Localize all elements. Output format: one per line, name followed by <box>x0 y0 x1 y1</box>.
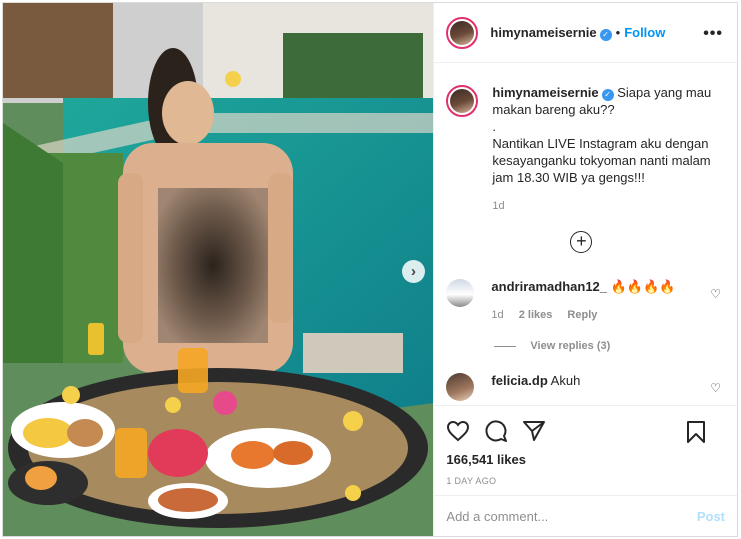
caption-line3: Nantikan LIVE Instagram aku dengan kesay… <box>492 136 715 185</box>
comment-item: andriramadhan12_ 🔥🔥🔥🔥 1d 2 likes Reply ♡ <box>446 279 725 321</box>
add-comment-bar: Post <box>434 495 737 536</box>
avatar[interactable] <box>446 16 479 49</box>
comments-section: himynameisernie ✓ Siapa yang mau makan ba… <box>434 64 737 404</box>
comment-text: Akuh <box>550 373 581 388</box>
verified-badge-icon: ✓ <box>599 28 612 41</box>
comment-username[interactable]: andriramadhan12_ <box>491 279 607 294</box>
post-photo <box>3 3 434 536</box>
bookmark-icon[interactable] <box>685 420 707 444</box>
action-bar: 166,541 likes 1 DAY AGO <box>434 405 737 486</box>
comment-input[interactable] <box>446 508 697 524</box>
caption-time: 1d <box>492 200 505 212</box>
commenter-avatar[interactable] <box>446 373 475 401</box>
comment-item: felicia.dp Akuh ♡ <box>446 373 725 401</box>
post-image[interactable]: › <box>3 3 434 536</box>
follow-button[interactable]: Follow <box>624 25 665 40</box>
caption-username[interactable]: himynameisernie <box>492 85 598 100</box>
caption-avatar[interactable] <box>446 85 479 117</box>
verified-badge-icon: ✓ <box>601 89 614 101</box>
commenter-avatar[interactable] <box>446 279 475 307</box>
post-header: himynameisernie ✓ • Follow ••• <box>434 3 737 63</box>
comment-time: 1d <box>491 309 504 321</box>
dot-separator: • <box>615 25 621 40</box>
comment-likes[interactable]: 2 likes <box>519 309 553 321</box>
instagram-post: › himynameisernie ✓ • Follow ••• himyname… <box>2 2 738 537</box>
share-icon[interactable] <box>522 419 546 443</box>
post-sidebar: himynameisernie ✓ • Follow ••• himynameis… <box>433 3 737 536</box>
view-replies-line <box>494 345 517 347</box>
caption: himynameisernie ✓ Siapa yang mau makan ba… <box>434 64 737 215</box>
next-arrow-icon[interactable]: › <box>402 260 425 283</box>
comment-heart-icon[interactable]: ♡ <box>710 287 721 301</box>
likes-count[interactable]: 166,541 likes <box>446 452 725 467</box>
view-replies-button[interactable]: View replies (3) <box>494 340 610 352</box>
header-username[interactable]: himynameisernie ✓ <box>490 25 612 41</box>
plus-circle-icon[interactable]: + <box>570 231 593 253</box>
comment-text: 🔥🔥🔥🔥 <box>610 279 676 294</box>
reply-button[interactable]: Reply <box>567 309 597 321</box>
post-comment-button[interactable]: Post <box>697 509 725 524</box>
comment-icon[interactable] <box>484 419 508 443</box>
caption-line2: . <box>492 119 497 134</box>
comment-username[interactable]: felicia.dp <box>491 373 547 388</box>
post-timestamp: 1 DAY AGO <box>446 476 497 486</box>
more-options-icon[interactable]: ••• <box>703 25 723 43</box>
comment-heart-icon[interactable]: ♡ <box>710 381 721 395</box>
heart-icon[interactable] <box>446 420 470 442</box>
